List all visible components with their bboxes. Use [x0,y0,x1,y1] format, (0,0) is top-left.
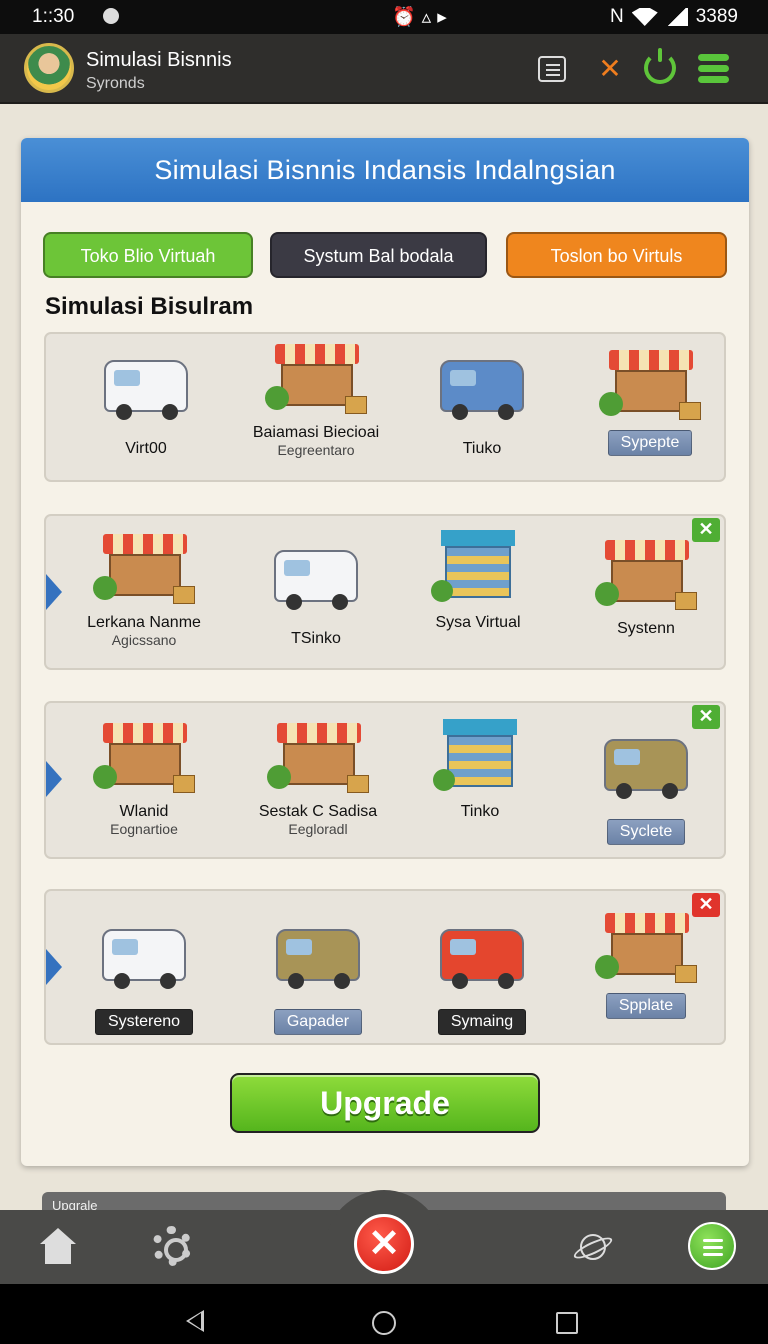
business-item[interactable]: Sestak C Sadisa Eegloradl [238,719,398,837]
item-name: Sestak C Sadisa [258,803,378,820]
business-row: Virt00 Baiamasi Biecioai Eegreentaro Tiu… [44,332,726,482]
item-name: Baiamasi Biecioai [252,424,380,441]
chat-icon[interactable] [538,56,566,82]
stall-icon [599,350,701,420]
section-title: Simulasi Bisulram [45,293,254,320]
menu-icon[interactable] [698,54,729,84]
business-item[interactable]: Gapader [238,915,398,1035]
tab-bar: Toko Blio Virtuah Systum Bal bodala Tosl… [43,232,727,278]
business-item[interactable]: Sysa Virtual [398,526,558,632]
battery-text: 3389 [695,6,738,27]
mute-icon: N [609,6,624,27]
van-icon [274,550,358,610]
van-icon [102,929,186,989]
business-item[interactable]: TSinko [236,536,396,648]
gear-icon[interactable] [152,1226,192,1266]
business-row: ✕ Wlanid Eognartioe Sestak C Sadisa Eegl… [44,701,726,859]
home-icon[interactable] [40,1228,76,1264]
van-icon [440,360,524,420]
business-item[interactable]: Tiuko [402,346,562,458]
business-row: ✕ Lerkana Nanme Agicssano TSinko Sysa Vi… [44,514,726,670]
item-button[interactable]: Gapader [273,1009,363,1035]
item-name: Lerkana Nanme [87,614,201,631]
row-arrow-icon[interactable] [46,949,62,985]
simulation-card: Simulasi Bisnnis Indansis Indalngsian To… [21,138,749,1166]
van-icon [604,739,688,799]
item-name: Wlanid [119,803,169,820]
status-icons: ⏰▵▸ [392,7,453,28]
app-title: Simulasi Bisnnis [86,49,232,71]
item-button[interactable]: Spplate [605,993,687,1019]
business-item[interactable]: Baiamasi Biecioai Eegreentaro [236,340,396,458]
business-item[interactable]: Lerkana Nanme Agicssano [64,530,224,648]
shop-icon[interactable]: ✕ [593,52,627,86]
power-icon[interactable] [644,48,676,84]
app-header: Simulasi Bisnnis Syronds ✕ [0,34,768,104]
status-right: N 3389 [610,6,738,28]
item-subtitle: Eognartioe [110,821,178,837]
item-name: Sysa Virtual [435,614,521,631]
item-subtitle: Eegloradl [288,821,348,837]
item-name: TSinko [291,630,341,647]
row-arrow-icon[interactable] [46,761,62,797]
item-name: Virt00 [125,440,167,457]
status-bar: 1::30 ⏰▵▸ N 3389 [0,0,768,34]
item-subtitle: Agicssano [111,632,177,648]
upgrade-button[interactable]: Upgrade [230,1073,540,1133]
planet-icon[interactable] [572,1230,610,1262]
card-title: Simulasi Bisnnis Indansis Indalngsian [21,138,749,202]
business-item[interactable]: Syclete [566,725,726,845]
van-icon [440,929,524,989]
back-icon[interactable] [186,1310,204,1332]
tab-toko-virtual[interactable]: Toko Blio Virtuah [43,232,253,278]
business-item[interactable]: Symaing [402,915,562,1035]
van-icon [276,929,360,989]
item-button[interactable]: Systereno [94,1009,194,1035]
item-button[interactable]: Sypepte [607,430,693,456]
van-icon [104,360,188,420]
tab-system[interactable]: Systum Bal bodala [270,232,487,278]
status-time: 1::30 [32,6,75,27]
stall-icon [595,913,697,983]
item-button[interactable]: Syclete [606,819,686,845]
stall-icon [595,540,697,610]
business-item[interactable]: Spplate [566,909,726,1019]
avatar[interactable] [24,43,74,93]
item-name: Tinko [460,803,500,820]
close-button[interactable]: ✕ [354,1214,414,1274]
menu-button[interactable] [688,1222,736,1270]
business-row: ✕ Systereno Gapader Symaing Spplate [44,889,726,1045]
stall-icon [93,534,195,604]
stall-icon [267,723,369,793]
notification-icon [103,8,119,24]
item-button[interactable]: Symaing [437,1009,527,1035]
home-circle-icon[interactable] [372,1311,396,1335]
business-item[interactable]: Tinko [400,715,560,821]
app-subtitle: Syronds [86,75,145,92]
business-item[interactable]: Systereno [64,915,224,1035]
business-item[interactable]: Sypepte [570,346,730,456]
signal-icon [665,8,688,26]
business-item[interactable]: Wlanid Eognartioe [64,719,224,837]
row-arrow-icon[interactable] [46,574,62,610]
shop-icon [433,715,523,793]
tab-toslon-virtual[interactable]: Toslon bo Virtuls [506,232,727,278]
item-name: Systenn [617,620,675,637]
item-name: Tiuko [462,440,502,457]
item-subtitle: Eegreentaro [277,442,355,458]
shop-icon [431,526,521,604]
recents-icon[interactable] [556,1312,578,1334]
wifi-icon [631,8,658,26]
stall-icon [93,723,195,793]
stall-icon [265,344,367,414]
business-item[interactable]: Systenn [566,536,726,638]
business-item[interactable]: Virt00 [66,346,226,458]
